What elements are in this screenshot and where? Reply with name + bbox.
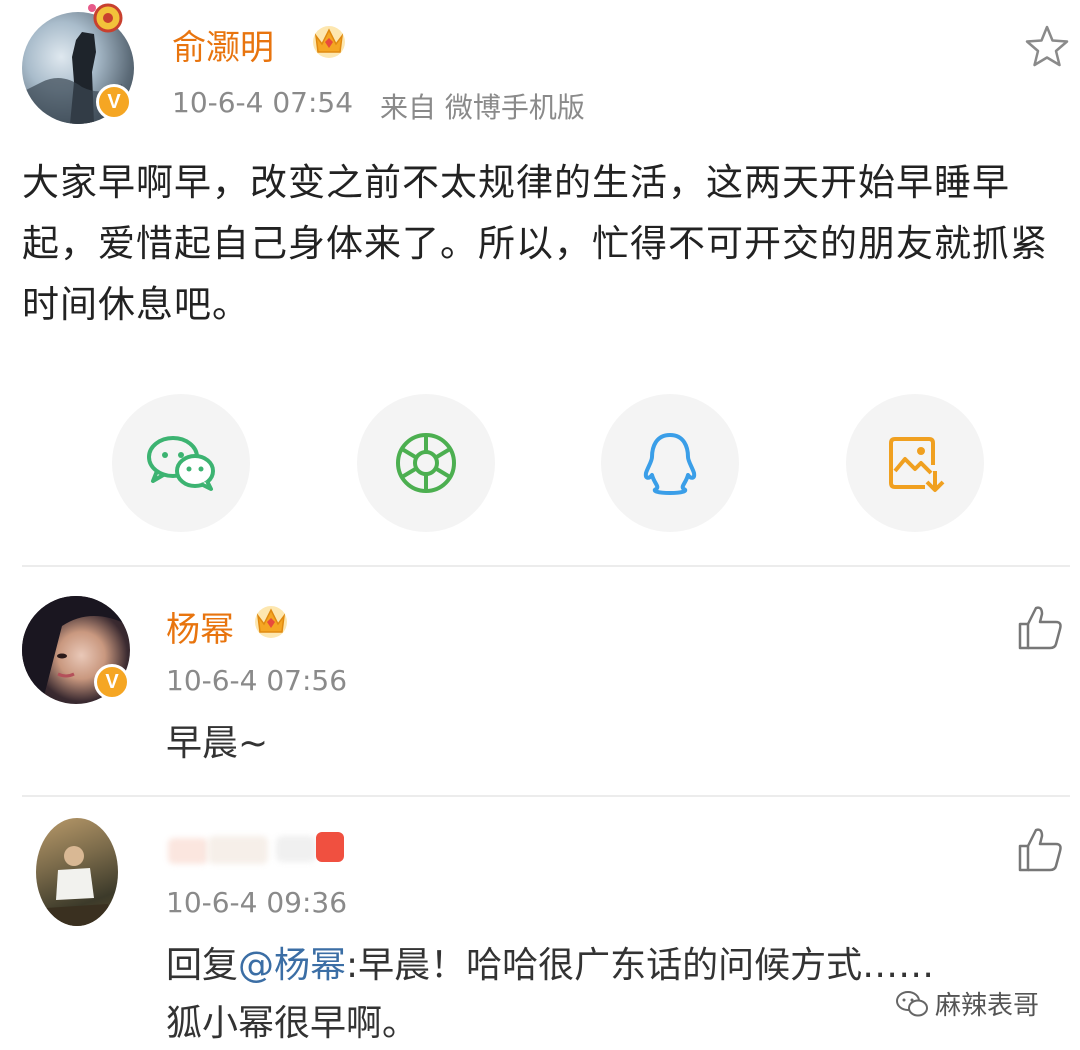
post-author-name[interactable]: 俞灏明: [172, 20, 274, 69]
comment-time: 10-6-4 07:56: [166, 664, 348, 697]
comment-text: 早晨~: [166, 723, 269, 764]
comment-author-name[interactable]: 杨幂: [166, 602, 234, 651]
comment-avatar-user[interactable]: [36, 818, 118, 926]
like-thumb-icon[interactable]: [1016, 824, 1066, 874]
mention-link[interactable]: @杨幂: [238, 945, 346, 986]
verified-badge: V: [94, 664, 130, 700]
vip-crown-icon: [255, 606, 287, 638]
share-qq-button[interactable]: [601, 394, 739, 532]
divider: [22, 795, 1070, 797]
post-body: 大家早啊早，改变之前不太规律的生活，这两天开始早睡早起，爱惜起自己身体来了。所以…: [22, 161, 1048, 326]
vip-crown-icon: [313, 26, 345, 58]
comment-time: 10-6-4 09:36: [166, 886, 348, 919]
qq-icon: [643, 433, 697, 495]
blurred-username: [168, 830, 358, 868]
watermark: 麻辣表哥: [895, 985, 1039, 1022]
sticker-icon: [88, 3, 123, 33]
reply-prefix: 回复: [166, 945, 239, 986]
post-source: 来自 微博手机版: [380, 91, 585, 124]
watermark-text: 麻辣表哥: [935, 991, 1040, 1021]
comment-text-line2: 狐小幂很早啊。: [166, 1003, 419, 1044]
post-time: 10-6-4 07:54: [172, 86, 354, 119]
verified-badge: V: [96, 84, 132, 120]
favorite-star-icon[interactable]: [1022, 22, 1072, 72]
avatar-photo: [46, 846, 108, 926]
share-moments-button[interactable]: [357, 394, 495, 532]
save-image-button[interactable]: [846, 394, 984, 532]
comment-text: 回复@杨幂:早晨！哈哈很广东话的问候方式……: [166, 937, 934, 995]
share-wechat-button[interactable]: [112, 394, 250, 532]
moments-icon: [396, 433, 456, 493]
save-image-icon: [889, 437, 945, 492]
wechat-watermark-icon: [896, 990, 928, 1016]
wechat-icon: [147, 436, 215, 491]
divider: [22, 565, 1070, 567]
like-thumb-icon[interactable]: [1016, 602, 1066, 652]
comment-body: :早晨！哈哈很广东话的问候方式……: [346, 945, 935, 986]
